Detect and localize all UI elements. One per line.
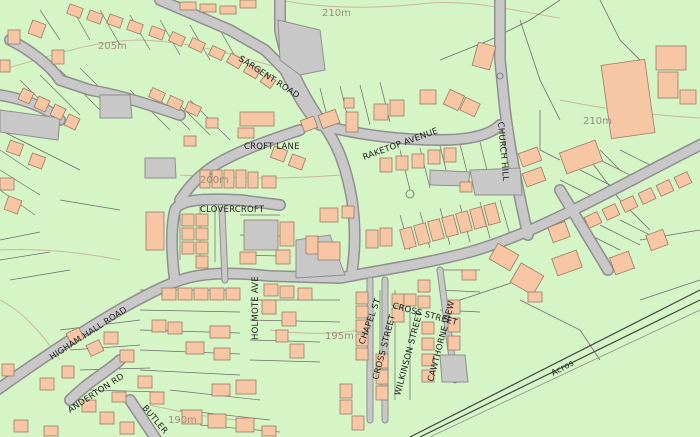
contour-line-left — [0, 248, 121, 261]
map-svg: 210m 205m 210m 200m 195m 190m SARGENT RO… — [0, 0, 700, 437]
contour-label-195: 195m — [325, 331, 354, 342]
contour-label-190: 190m — [168, 415, 197, 426]
contour-label-205: 205m — [98, 41, 127, 52]
contour-label-210-right: 210m — [583, 116, 612, 127]
contour-label-200: 200m — [200, 175, 229, 186]
map-canvas[interactable]: 210m 205m 210m 200m 195m 190m SARGENT RO… — [0, 0, 700, 437]
contour-label-210-top: 210m — [322, 8, 351, 19]
label-acros: Acros — [550, 358, 576, 378]
label-clovercroft: CLOVERCROFT — [200, 205, 265, 215]
label-croft-lane: CROFT LANE — [244, 142, 300, 152]
feature-circle — [405, 189, 415, 199]
label-wilkinson-street: WILKINSON STREET — [393, 310, 425, 397]
label-holmote-ave: HOLMOTE AVE — [251, 276, 261, 340]
